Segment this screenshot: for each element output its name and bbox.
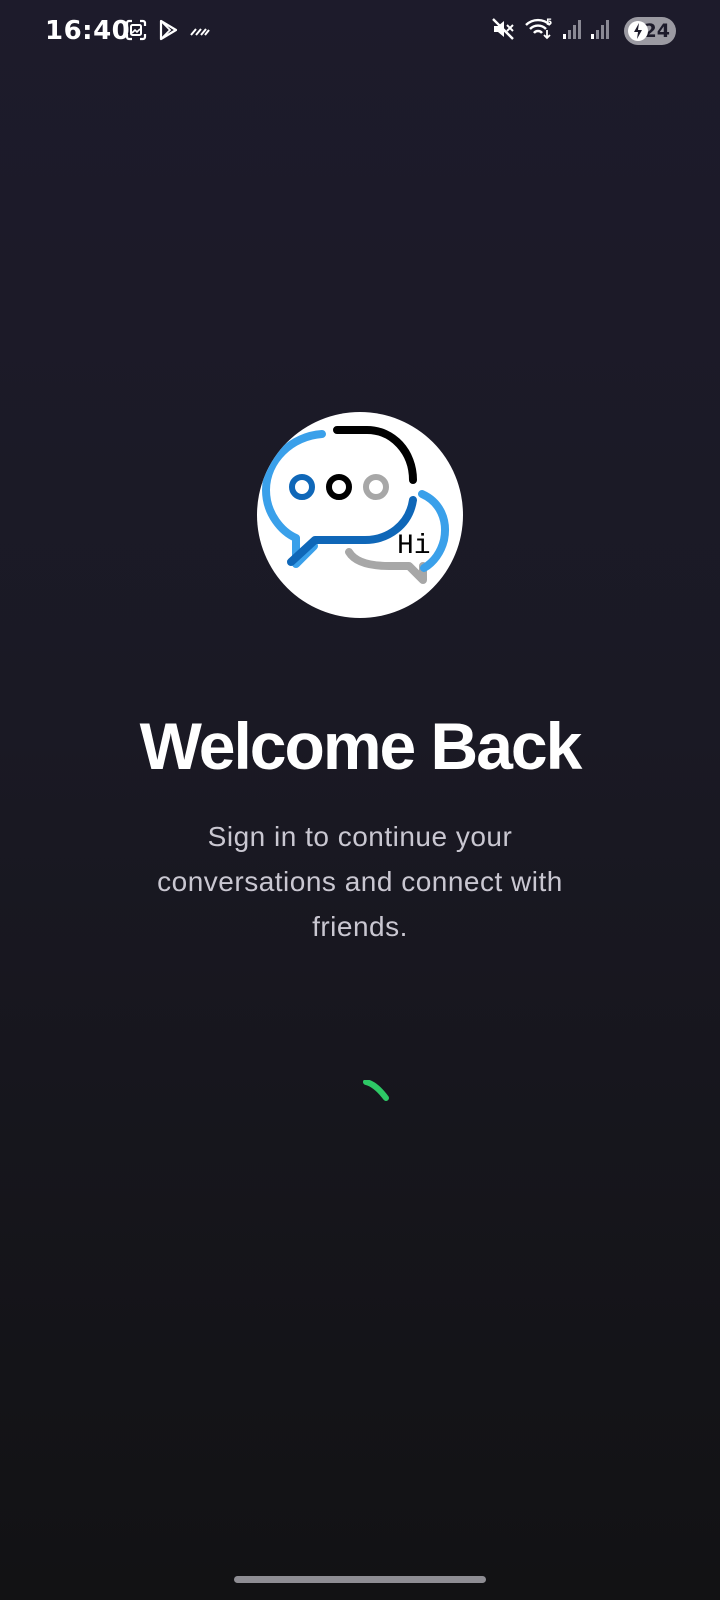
play-store-icon [156, 18, 180, 47]
spinner-arc [363, 1079, 389, 1101]
data-saver-icon [188, 18, 212, 47]
logo-bubble-main-top [333, 426, 417, 484]
app-logo: Hi [257, 412, 463, 618]
status-left-icons [124, 18, 212, 47]
logo-dot-gray [363, 474, 389, 500]
home-indicator[interactable] [234, 1576, 486, 1583]
welcome-subtitle: Sign in to continue your conversations a… [157, 821, 563, 942]
svg-text:5: 5 [546, 18, 552, 28]
mute-icon [490, 16, 516, 47]
logo-dot-blue [289, 474, 315, 500]
battery-indicator: 24 [624, 17, 676, 45]
logo-dot-black [326, 474, 352, 500]
signal-icon [562, 17, 582, 46]
status-right-icons: 5 [490, 16, 610, 47]
logo-hi-text: Hi [397, 531, 431, 562]
status-bar: 16:40 5 24 [0, 0, 720, 64]
welcome-title: Welcome Back [139, 709, 583, 783]
status-time: 16:40 [45, 16, 131, 46]
screenshot-icon [124, 18, 148, 47]
loading-spinner [360, 1079, 410, 1130]
signal-icon [590, 17, 610, 46]
wifi-icon: 5 [524, 16, 554, 47]
charging-bolt-icon [628, 20, 648, 47]
